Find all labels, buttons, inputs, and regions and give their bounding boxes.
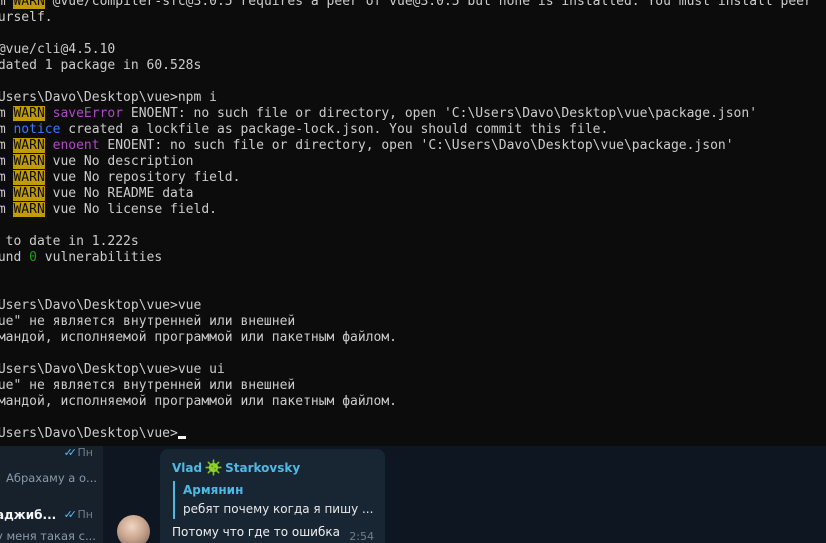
log-message: ENOENT: no such file or directory, open … [99,138,734,153]
virus-emoji-icon [205,459,222,476]
chat-preview: Абрахаму а о... [6,471,98,485]
chat-list-item[interactable]: ✓✓ Пн Абрахаму а о... [0,446,103,486]
terminal-line: om notice created a lockfile as package-… [0,122,608,138]
warn-badge: WARN [13,138,45,153]
terminal-line: ound 0 vulnerabilities [0,250,162,266]
terminal-line: om WARN vue No license field. [0,202,217,218]
terminal-line: @vue/cli@4.5.10 [0,42,116,57]
log-message: vulnerabilities [36,250,163,265]
log-prefix: om [0,170,6,185]
message-text: Потому что где то ошибка [172,525,340,539]
terminal-line: om WARN enoent ENOENT: no such file or d… [0,138,734,154]
log-keyword: saveError [52,106,124,121]
warn-badge: WARN [13,106,45,121]
message-time: 2:54 [349,530,374,543]
terminal-line: омандой, исполняемой программой или паке… [0,330,397,345]
current-prompt[interactable]: \Users\Davo\Desktop\vue> [0,426,186,442]
log-prefix: om [0,106,6,121]
terminal-line: om WARN saveError ENOENT: no such file o… [0,106,757,122]
prompt-text: \Users\Davo\Desktop\vue> [0,426,178,441]
log-keyword: enoent [52,138,100,153]
reply-author: Армянин [183,483,244,497]
terminal-line: om WARN vue No description [0,154,194,170]
double-check-icon: ✓✓ [63,508,78,521]
command-prompt-line: \Users\Davo\Desktop\vue>npm i [0,90,217,105]
telegram-window: ✓✓ Пн Абрахаму а о... аджиб... ✓✓ Пн у м… [0,446,826,543]
log-prefix: om [0,186,6,201]
chat-status: ✓✓ Пн [64,508,93,521]
chat-list-item[interactable]: аджиб... ✓✓ Пн у меня такая с... [0,492,103,543]
log-prefix: om [0,138,6,153]
log-message: ENOENT: no such file or directory, open … [123,106,758,121]
terminal-line: om WARN vue No README data [0,186,194,202]
log-message: vue No description [44,154,194,169]
reply-quote[interactable]: Армянин ребят почему когда я пишу ... [173,481,375,519]
chat-time: Пн [77,446,93,459]
log-message: @vue/compiler-sfc@3.0.5 requires a peer … [44,0,812,9]
log-prefix: om [0,154,6,169]
warn-badge: WARN [13,202,45,217]
log-prefix: om [0,122,6,137]
log-message: vue No license field. [44,202,217,217]
chat-preview: у меня такая с... [0,529,96,543]
screen: om WARN @vue/compiler-sfc@3.0.5 requires… [0,0,826,543]
terminal-line: ourself. [0,10,53,25]
terminal-line: vue" не является внутренней или внешней [0,314,296,329]
double-check-icon: ✓✓ [63,446,78,459]
terminal-line: p to date in 1.222s [0,234,139,249]
terminal-line: om WARN vue No repository field. [0,170,240,186]
terminal-line: омандой, исполняемой программой или паке… [0,394,397,409]
warn-badge: WARN [13,170,45,185]
chat-status: ✓✓ Пн [64,446,93,459]
chat-title: аджиб... [0,508,57,522]
log-message: vue No README data [44,186,194,201]
warn-badge: WARN [13,186,45,201]
reply-text: ребят почему когда я пишу ... [183,502,374,516]
message-bubble[interactable]: Vlad Starkovsky Армянин ребят почему ког… [160,449,385,543]
log-prefix: om [0,202,6,217]
chat-time: Пн [77,508,93,521]
terminal-line: pdated 1 package in 60.528s [0,58,202,73]
log-keyword: notice [13,122,61,137]
terminal-window[interactable]: om WARN @vue/compiler-sfc@3.0.5 requires… [0,0,826,446]
log-prefix: ound [0,250,22,265]
sender-name[interactable]: Vlad Starkovsky [172,459,300,476]
command-prompt-line: \Users\Davo\Desktop\vue>vue ui [0,362,225,377]
log-message: vue No repository field. [44,170,241,185]
log-message: created a lockfile as package-lock.json.… [60,122,609,137]
vulnerability-count: 0 [29,250,37,265]
warn-badge: WARN [13,0,45,9]
sender-last-name: Starkovsky [225,461,301,475]
sender-avatar[interactable] [117,515,150,543]
terminal-line: om WARN @vue/compiler-sfc@3.0.5 requires… [0,0,812,10]
terminal-line: vue" не является внутренней или внешней [0,378,296,393]
chat-list-panel: ✓✓ Пн Абрахаму а о... аджиб... ✓✓ Пн у м… [0,446,103,543]
warn-badge: WARN [13,154,45,169]
command-prompt-line: \Users\Davo\Desktop\vue>vue [0,298,202,313]
text-cursor [177,436,186,439]
log-prefix: om [0,0,6,9]
sender-first-name: Vlad [172,461,203,475]
